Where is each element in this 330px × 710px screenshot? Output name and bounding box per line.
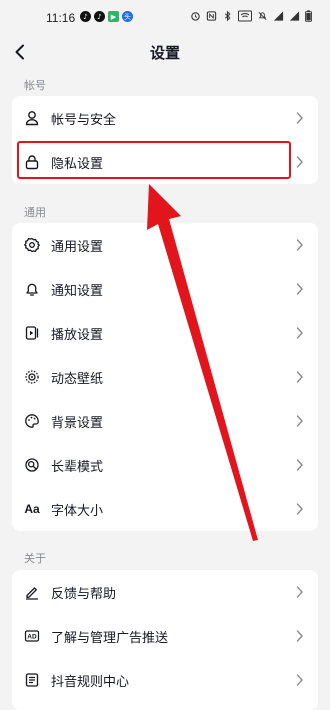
status-system-icons <box>190 10 312 22</box>
play-icon: ▶ <box>108 11 119 22</box>
settings-row-playback[interactable]: 播放设置 <box>12 311 318 355</box>
settings-row-live-wallpaper[interactable]: 动态壁纸 <box>12 355 318 399</box>
settings-row-background[interactable]: 背景设置 <box>12 399 318 443</box>
user-icon <box>24 110 40 126</box>
play-setting-icon <box>24 325 40 341</box>
alarm-icon <box>191 12 200 21</box>
settings-row-label: 帐号与安全 <box>51 113 117 128</box>
settings-row-general[interactable]: 通用设置 <box>12 223 318 267</box>
chevron-right-icon <box>296 283 303 295</box>
settings-row-label: 通用设置 <box>51 240 104 255</box>
signal-icon <box>273 11 284 21</box>
battery-icon <box>305 10 312 22</box>
section-label-general: 通用 <box>24 206 46 219</box>
chevron-right-icon <box>296 112 303 124</box>
chevron-right-icon <box>296 415 303 427</box>
svg-text:AD: AD <box>27 634 37 641</box>
elder-mode-icon <box>24 457 40 473</box>
settings-row-label: 了解与管理广告推送 <box>51 631 169 646</box>
settings-row-label: 字体大小 <box>51 504 104 519</box>
status-time: 11:16 <box>46 11 76 25</box>
status-app-icons: ♪ ♪ ▶ 头 <box>80 11 133 22</box>
settings-row-account-security[interactable]: 帐号与安全 <box>12 96 318 140</box>
douyin-icon: ♪ <box>94 11 105 22</box>
section-label-about: 关于 <box>24 552 46 565</box>
bell-icon <box>24 281 40 297</box>
annotation-highlight-box <box>17 141 291 179</box>
about-card: 反馈与帮助 AD 了解与管理广告推送 抖音规则中心 <box>12 570 318 710</box>
chevron-right-icon <box>296 239 303 251</box>
chevron-right-icon <box>296 630 303 642</box>
chevron-right-icon <box>296 459 303 471</box>
section-label-account: 帐号 <box>24 79 46 92</box>
palette-icon <box>24 413 40 429</box>
settings-row-label: 动态壁纸 <box>51 372 104 387</box>
settings-row-label: 通知设置 <box>51 284 104 299</box>
chevron-right-icon <box>296 371 303 383</box>
font-size-icon: Aa <box>24 502 40 516</box>
wifi-icon <box>238 10 252 22</box>
settings-row-label: 抖音规则中心 <box>51 675 130 690</box>
settings-row-label: 播放设置 <box>51 328 104 343</box>
page-title: 设置 <box>149 44 180 62</box>
nav-bar: 设置 <box>0 36 330 70</box>
settings-row-rules-center[interactable]: 抖音规则中心 <box>12 658 318 702</box>
chevron-right-icon <box>296 674 303 686</box>
settings-row-font-size[interactable]: Aa 字体大小 <box>12 487 318 531</box>
settings-row-elder-mode[interactable]: 长辈模式 <box>12 443 318 487</box>
douyin-icon: ♪ <box>80 11 91 22</box>
general-card: 通用设置 通知设置 播放设置 动态壁纸 背景设置 长辈模式 Aa 字体大小 <box>12 223 318 531</box>
rules-icon <box>24 672 40 688</box>
settings-row-notification[interactable]: 通知设置 <box>12 267 318 311</box>
bluetooth-icon <box>224 10 231 22</box>
gear-icon <box>24 237 40 253</box>
chevron-right-icon <box>296 156 303 168</box>
chevron-right-icon <box>296 586 303 598</box>
signal-icon <box>289 11 300 21</box>
chevron-right-icon <box>296 503 303 515</box>
settings-row-feedback[interactable]: 反馈与帮助 <box>12 570 318 614</box>
settings-row-label: 反馈与帮助 <box>51 587 117 602</box>
nfc-icon <box>206 11 217 21</box>
chevron-right-icon <box>296 327 303 339</box>
status-bar: 11:16 ♪ ♪ ▶ 头 <box>0 0 330 36</box>
settings-row-ad-management[interactable]: AD 了解与管理广告推送 <box>12 614 318 658</box>
settings-row-label: 背景设置 <box>51 416 104 431</box>
settings-row-label: 长辈模式 <box>51 460 104 475</box>
toutiao-icon: 头 <box>122 11 133 22</box>
ad-icon: AD <box>24 628 40 644</box>
edit-icon <box>24 584 40 600</box>
wallpaper-icon <box>24 369 40 385</box>
mute-icon <box>258 12 267 20</box>
